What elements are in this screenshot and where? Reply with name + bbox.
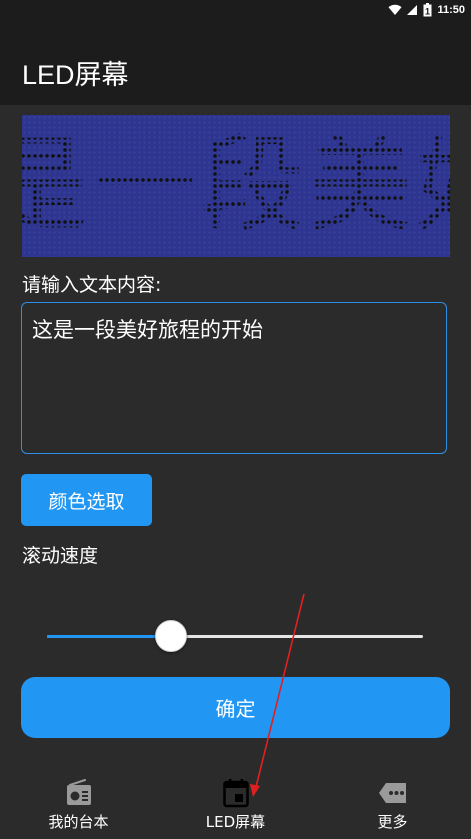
led-display: 是一段美好 xyxy=(22,115,450,257)
color-pick-button[interactable]: 颜色选取 xyxy=(21,474,152,526)
text-input-label: 请输入文本内容: xyxy=(22,274,162,296)
confirm-button[interactable]: 确定 xyxy=(21,677,450,738)
slider-track-fill xyxy=(47,635,172,638)
nav-item-my-scripts[interactable]: 我的台本 xyxy=(0,760,157,839)
led-scroll-text: 是一段美好 xyxy=(22,117,450,253)
more-tag-icon xyxy=(378,783,406,803)
battery-icon: 1 xyxy=(423,3,432,17)
text-content-value: 这是一段美好旅程的开始 xyxy=(32,318,263,342)
nav-label-my-scripts: 我的台本 xyxy=(48,813,109,831)
nav-label-more: 更多 xyxy=(377,813,408,831)
slider-thumb[interactable] xyxy=(155,620,188,652)
nav-item-led-screen[interactable]: LED屏幕 xyxy=(157,760,314,839)
app-bar: LED屏幕 xyxy=(0,20,471,105)
radio-icon xyxy=(66,778,91,805)
battery-level: 1 xyxy=(425,7,430,17)
scroll-speed-label: 滚动速度 xyxy=(22,545,99,567)
nav-item-more[interactable]: 更多 xyxy=(314,760,471,839)
scroll-speed-slider[interactable] xyxy=(47,620,423,654)
status-icons: 1 11:50 xyxy=(388,1,465,19)
nav-label-led-screen: LED屏幕 xyxy=(205,813,266,831)
signal-icon xyxy=(407,5,418,15)
calendar-icon xyxy=(222,779,249,808)
text-content-input[interactable]: 这是一段美好旅程的开始 xyxy=(21,302,447,454)
wifi-icon xyxy=(388,4,402,16)
page-title: LED屏幕 xyxy=(22,60,129,90)
status-time: 11:50 xyxy=(437,4,465,16)
bottom-nav: 我的台本 LED屏幕 更多 xyxy=(0,760,471,839)
status-bar: 1 11:50 xyxy=(0,0,471,20)
